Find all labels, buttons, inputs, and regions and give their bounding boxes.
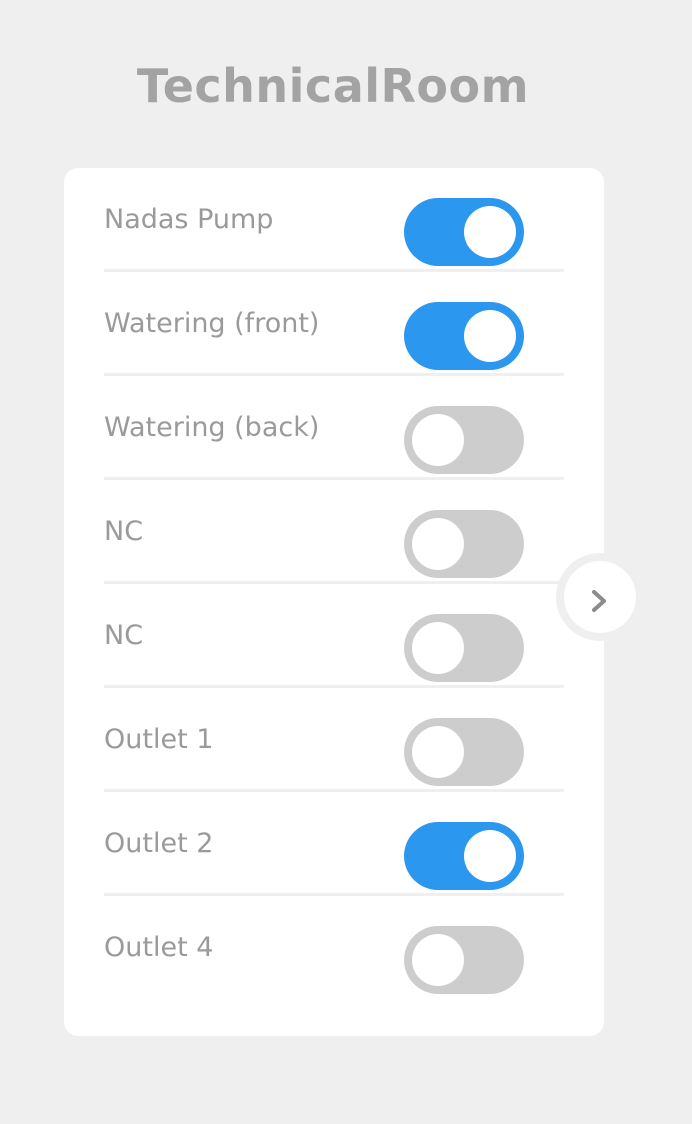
switch-label: Outlet 2 (104, 828, 214, 859)
toggle-knob (412, 726, 464, 778)
switch-row: Nadas Pump (104, 168, 564, 272)
toggle-knob (464, 830, 516, 882)
switch-row: Outlet 1 (104, 688, 564, 792)
toggle-knob (464, 310, 516, 362)
switch-label: Watering (back) (104, 412, 320, 443)
toggle-knob (412, 622, 464, 674)
toggle-switch[interactable] (404, 198, 524, 266)
switch-row: NC (104, 584, 564, 688)
switch-row: Outlet 2 (104, 792, 564, 896)
switch-label: Outlet 1 (104, 724, 214, 755)
next-page-button[interactable] (556, 553, 644, 641)
toggle-switch[interactable] (404, 614, 524, 682)
chevron-right-icon (592, 590, 606, 612)
switch-label: NC (104, 516, 144, 547)
switch-row: Watering (back) (104, 376, 564, 480)
switch-label: Outlet 4 (104, 932, 214, 963)
toggle-switch[interactable] (404, 302, 524, 370)
switch-label: NC (104, 620, 144, 651)
switch-row: Outlet 4 (104, 896, 564, 1000)
toggle-knob (412, 934, 464, 986)
switch-label: Watering (front) (104, 308, 320, 339)
page-title: TechnicalRoom (136, 59, 530, 113)
toggle-switch[interactable] (404, 926, 524, 994)
toggle-knob (412, 518, 464, 570)
switch-label: Nadas Pump (104, 204, 274, 235)
switch-card: Nadas Pump Watering (front) Watering (ba… (64, 168, 604, 1036)
toggle-switch[interactable] (404, 406, 524, 474)
toggle-knob (464, 206, 516, 258)
toggle-switch[interactable] (404, 822, 524, 890)
switch-row: Watering (front) (104, 272, 564, 376)
toggle-switch[interactable] (404, 510, 524, 578)
switch-row: NC (104, 480, 564, 584)
toggle-knob (412, 414, 464, 466)
toggle-switch[interactable] (404, 718, 524, 786)
